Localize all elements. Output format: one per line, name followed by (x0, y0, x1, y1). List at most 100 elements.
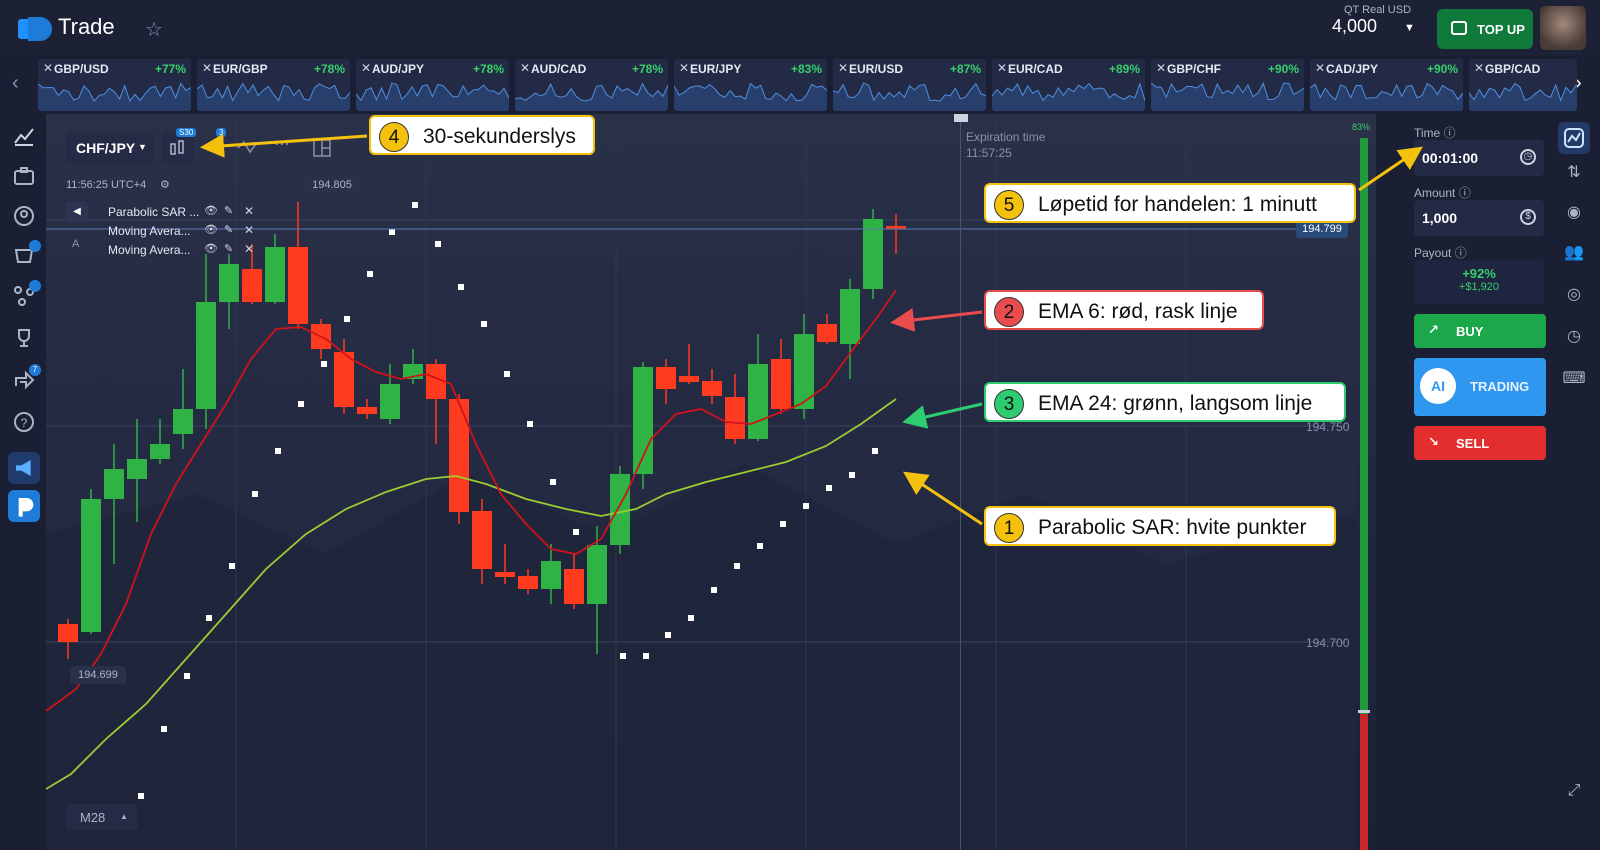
keyboard-icon[interactable]: ⌨ (1562, 368, 1586, 392)
users-icon[interactable]: 👥 (1562, 242, 1586, 266)
asset-tab[interactable]: ✕ EUR/CAD +89% (992, 59, 1145, 111)
sentiment-down-bar (1360, 714, 1368, 850)
help-icon[interactable]: ? (12, 410, 36, 434)
sar-dot (734, 563, 740, 569)
close-icon[interactable]: ✕ (520, 61, 530, 75)
indicator-row[interactable]: Moving Avera... 👁 ✎ ✕ (106, 242, 266, 260)
sparkline (1310, 82, 1463, 111)
drawing-tool-button[interactable]: 3 (202, 128, 234, 164)
time-field[interactable]: 00:01:00 ◷ (1414, 140, 1544, 176)
chevron-down-icon: ▼ (138, 142, 147, 152)
history-icon[interactable]: ◷ (1562, 326, 1586, 350)
ai-icon: AI (1420, 368, 1456, 404)
logo-text[interactable]: Trade (58, 14, 115, 40)
close-icon[interactable]: ✕ (838, 61, 848, 75)
close-icon[interactable]: ✕ (361, 61, 371, 75)
candle-body (679, 376, 699, 382)
eye-icon[interactable]: 👁 (204, 223, 218, 236)
star-icon[interactable]: ☆ (145, 17, 163, 42)
asset-payout: +83% (790, 62, 822, 76)
asset-name: CAD/JPY (1326, 62, 1379, 76)
close-icon[interactable]: ✕ (244, 204, 254, 218)
target-icon[interactable]: ◎ (1562, 284, 1586, 308)
megaphone-icon[interactable] (8, 452, 40, 484)
clock-icon[interactable]: ◷ (1520, 149, 1536, 165)
close-icon[interactable]: ✕ (43, 61, 53, 75)
timeframe-button[interactable]: S30 (162, 128, 197, 164)
app-icon[interactable] (8, 490, 40, 522)
indicators-icon[interactable] (236, 138, 258, 158)
close-icon[interactable]: ✕ (679, 61, 689, 75)
callout-text: 30-sekunderslys (423, 125, 576, 148)
chart-icon[interactable] (12, 124, 36, 148)
fullscreen-icon[interactable]: ⤢ (1562, 782, 1586, 806)
eye-icon[interactable]: 👁 (204, 242, 218, 255)
sell-button[interactable]: ↘ SELL (1414, 426, 1546, 460)
asset-tab[interactable]: ✕ GBP/USD +77% (38, 59, 191, 111)
candle-body (449, 399, 469, 512)
bottom-timeframe-button[interactable]: M28 ▲ (66, 804, 138, 830)
account-type[interactable]: QT Real USD (1344, 4, 1411, 16)
indicator-row[interactable]: Moving Avera... 👁 ✎ ✕ (106, 223, 266, 241)
edit-icon[interactable]: ✎ (224, 242, 233, 255)
close-icon[interactable]: ✕ (1156, 61, 1166, 75)
close-icon[interactable]: ✕ (997, 61, 1007, 75)
callout-number: 3 (994, 389, 1024, 419)
dollar-icon[interactable]: $ (1520, 209, 1536, 225)
asset-name: GBP/CAD (1485, 62, 1541, 76)
candle-body (380, 384, 400, 419)
expiration-flag-icon[interactable] (954, 114, 968, 122)
asset-tab[interactable]: ✕ GBP/CHF +90% (1151, 59, 1304, 111)
swap-icon[interactable]: ⇅ (1562, 162, 1586, 186)
asset-tab[interactable]: ✕ EUR/GBP +78% (197, 59, 350, 111)
indicator-name: Parabolic SAR ... (108, 205, 200, 219)
broadcast-icon[interactable]: ◉ (1562, 202, 1586, 226)
trophy-icon[interactable] (12, 326, 36, 350)
close-icon[interactable]: ✕ (202, 61, 212, 75)
user-icon[interactable] (12, 204, 36, 228)
sar-dot (412, 202, 418, 208)
edit-icon[interactable]: ✎ (224, 204, 233, 217)
asset-payout: +78% (472, 62, 504, 76)
ai-trading-button[interactable]: AI TRADING (1414, 358, 1546, 416)
sparkline (38, 82, 191, 111)
expiration-time: 11:57:25 (966, 146, 1012, 160)
asset-tab[interactable]: ✕ CAD/JPY +90% (1310, 59, 1463, 111)
top-up-button[interactable]: TOP UP (1437, 9, 1533, 49)
sar-dot (872, 448, 878, 454)
asset-tab[interactable]: ✕ EUR/USD +87% (833, 59, 986, 111)
chevron-down-icon[interactable]: ▼ (1404, 22, 1415, 34)
logo-icon[interactable] (18, 15, 54, 43)
collapse-indicators-button[interactable]: ◀ (66, 202, 88, 222)
symbol-selector[interactable]: CHF/JPY ▼ (66, 132, 154, 164)
trades-icon[interactable] (1558, 122, 1590, 154)
buy-button[interactable]: ↗ BUY (1414, 314, 1546, 348)
close-icon[interactable]: ✕ (1315, 61, 1325, 75)
chevron-left-icon[interactable]: ‹ (12, 72, 19, 95)
gear-icon[interactable]: ⚙ (160, 178, 170, 191)
asset-tab[interactable]: ✕ EUR/JPY +83% (674, 59, 827, 111)
amount-field[interactable]: 1,000 $ (1414, 200, 1544, 236)
candle-body (610, 474, 630, 545)
indicator-row[interactable]: Parabolic SAR ... 👁 ✎ ✕ (106, 204, 266, 222)
sar-dot (665, 632, 671, 638)
eye-icon[interactable]: 👁 (204, 204, 218, 217)
price-chart[interactable]: CHF/JPY ▼ S30 3 ⋯ 11:56:25 UTC+4 ⚙ 194.8… (46, 114, 1376, 850)
sentiment-up-bar (1360, 138, 1368, 714)
asset-tab[interactable]: ✕ GBP/CAD (1469, 59, 1577, 111)
close-icon[interactable]: ✕ (1474, 61, 1484, 75)
asset-name: AUD/CAD (531, 62, 587, 76)
candle-body (196, 302, 216, 409)
briefcase-icon[interactable] (12, 164, 36, 188)
avatar[interactable] (1540, 6, 1586, 50)
candle-body (150, 444, 170, 459)
close-icon[interactable]: ✕ (244, 242, 254, 256)
edit-icon[interactable]: ✎ (224, 223, 233, 236)
sparkline (515, 82, 668, 111)
sar-dot (206, 615, 212, 621)
more-icon[interactable]: ⋯ (274, 134, 290, 154)
layout-icon[interactable] (312, 138, 332, 158)
asset-tab[interactable]: ✕ AUD/JPY +78% (356, 59, 509, 111)
close-icon[interactable]: ✕ (244, 223, 254, 237)
asset-tab[interactable]: ✕ AUD/CAD +78% (515, 59, 668, 111)
